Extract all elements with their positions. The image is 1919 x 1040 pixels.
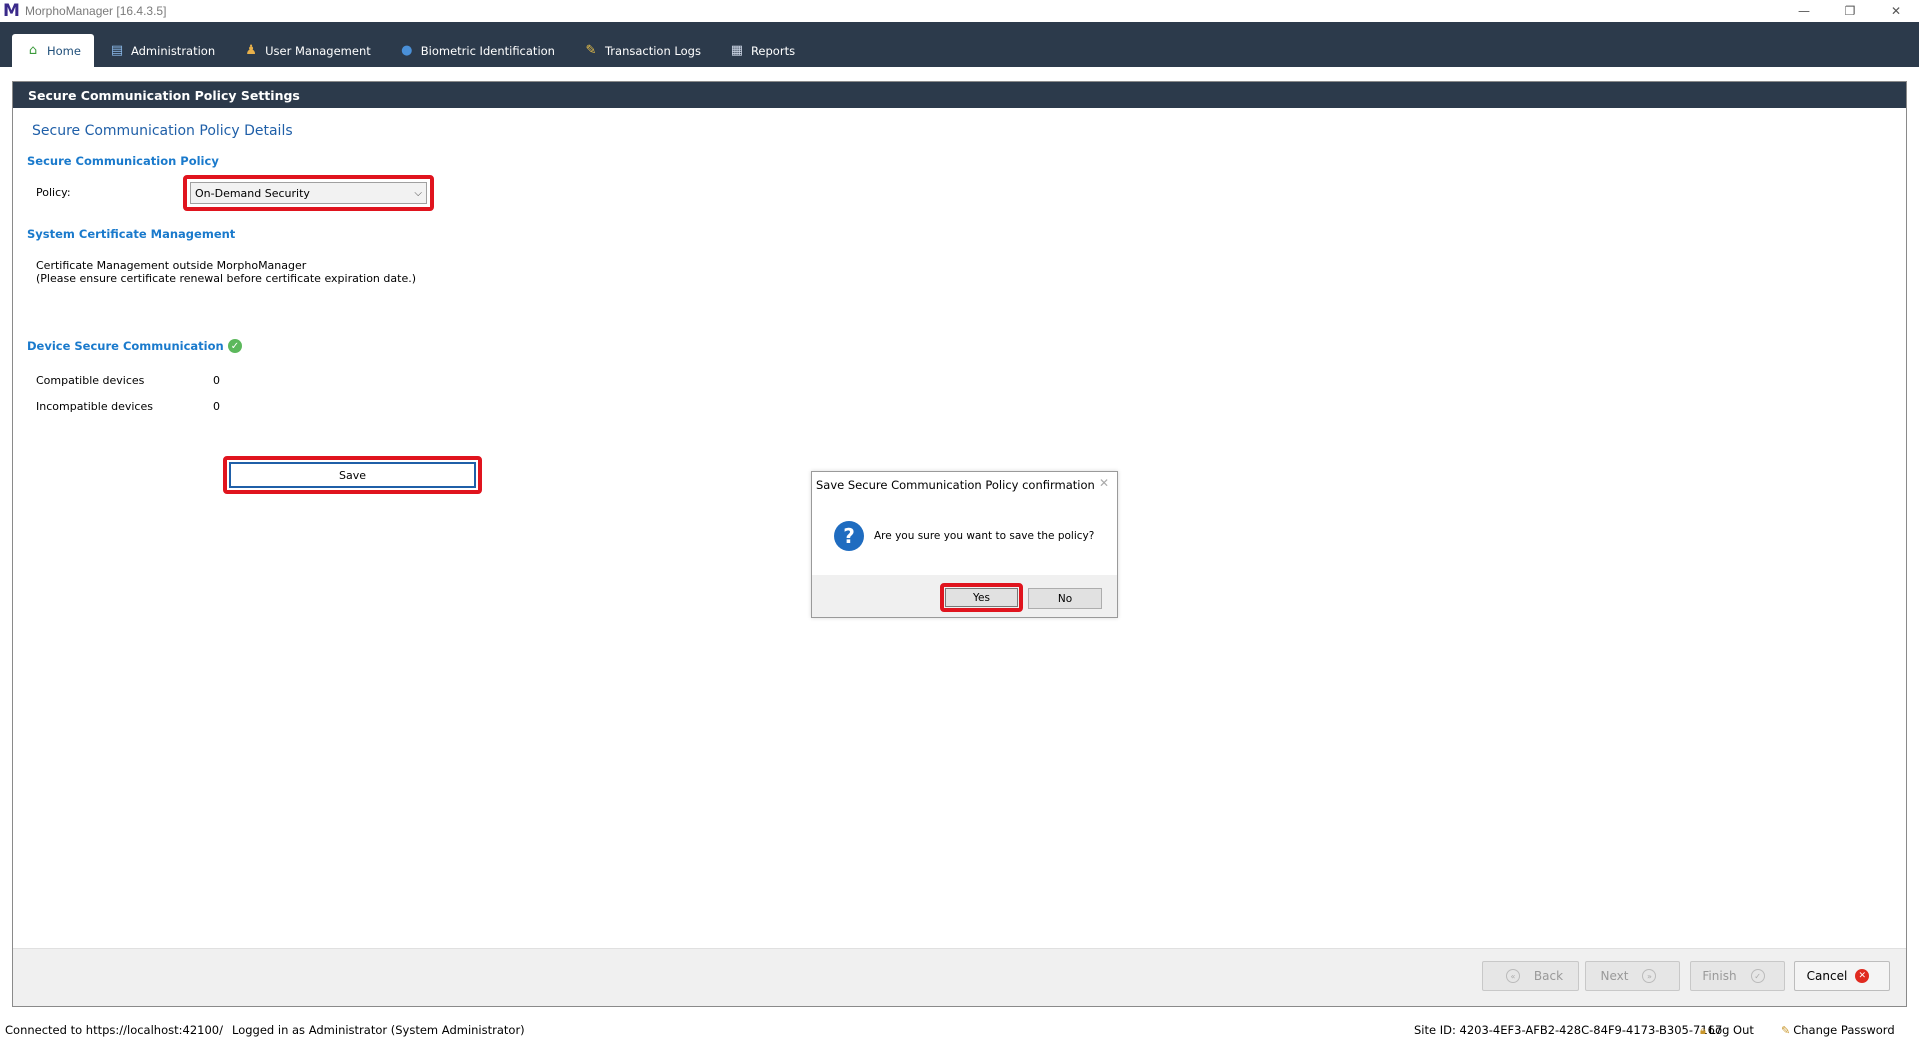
key-icon: ✎ xyxy=(1781,1024,1791,1037)
policy-dropdown[interactable]: On-Demand Security ⌵ xyxy=(190,182,427,204)
site-id: Site ID: 4203-4EF3-AFB2-428C-84F9-4173-B… xyxy=(1414,1023,1723,1037)
compatible-devices-label: Compatible devices xyxy=(36,374,145,387)
tab-home[interactable]: ⌂ Home xyxy=(12,34,94,67)
logout-link[interactable]: 🔒︎ Log Out xyxy=(1700,1023,1754,1038)
tab-label: Biometric Identification xyxy=(420,43,555,58)
finish-check-icon: ✓ xyxy=(1750,969,1765,983)
back-label: Back xyxy=(1533,969,1564,983)
users-icon: ♟ xyxy=(245,43,257,58)
incompatible-devices-value: 0 xyxy=(213,400,220,413)
lock-icon: 🔒︎ xyxy=(1700,1024,1706,1037)
administration-icon: ▤ xyxy=(110,43,124,58)
tab-label: Transaction Logs xyxy=(604,43,701,58)
cert-info-line2: (Please ensure certificate renewal befor… xyxy=(36,272,416,285)
device-section-title: Device Secure Communication xyxy=(27,339,224,353)
window-controls: — ❐ ✕ xyxy=(1781,0,1919,22)
next-icon: » xyxy=(1642,969,1657,983)
tab-transaction-logs[interactable]: ✎ Transaction Logs xyxy=(570,34,714,67)
cancel-x-icon: ✕ xyxy=(1855,969,1870,983)
logout-label: Log Out xyxy=(1708,1023,1754,1037)
login-status: Logged in as Administrator (System Admin… xyxy=(232,1023,525,1037)
question-icon: ? xyxy=(834,521,864,551)
dialog-message: Are you sure you want to save the policy… xyxy=(874,530,1095,542)
title-bar: M MorphoManager [16.4.3.5] — ❐ ✕ xyxy=(0,0,1919,22)
tab-biometric-identification[interactable]: ● Biometric Identification xyxy=(386,34,568,67)
globe-icon: ● xyxy=(401,43,413,58)
connection-status: Connected to https://localhost:42100/ xyxy=(5,1023,223,1037)
cancel-button[interactable]: Cancel ✕ xyxy=(1794,961,1890,991)
status-bar: Connected to https://localhost:42100/ Lo… xyxy=(0,1019,1919,1040)
tab-label: Administration xyxy=(130,43,216,58)
next-label: Next xyxy=(1600,969,1629,983)
close-window-button[interactable]: ✕ xyxy=(1873,0,1919,22)
home-icon: ⌂ xyxy=(28,43,38,58)
tab-user-management[interactable]: ♟ User Management xyxy=(230,34,384,67)
tab-administration[interactable]: ▤ Administration xyxy=(96,34,228,67)
compatible-devices-value: 0 xyxy=(213,374,220,387)
finish-button[interactable]: Finish ✓ xyxy=(1690,961,1785,991)
cancel-label: Cancel xyxy=(1806,969,1848,983)
panel-header: Secure Communication Policy Settings xyxy=(13,82,1906,108)
policy-selected-value: On-Demand Security xyxy=(195,186,310,200)
no-button[interactable]: No xyxy=(1028,588,1102,609)
window-title: MorphoManager [16.4.3.5] xyxy=(25,4,167,18)
next-button[interactable]: Next » xyxy=(1585,961,1680,991)
save-button[interactable]: Save xyxy=(229,462,476,488)
back-icon: « xyxy=(1505,969,1520,983)
policy-label: Policy: xyxy=(36,186,71,199)
tab-reports[interactable]: ▦ Reports xyxy=(716,34,808,67)
minimize-button[interactable]: — xyxy=(1781,0,1827,22)
yes-button[interactable]: Yes xyxy=(945,588,1018,607)
details-title: Secure Communication Policy Details xyxy=(32,123,293,139)
policy-select-highlight: On-Demand Security ⌵ xyxy=(183,175,434,211)
incompatible-devices-label: Incompatible devices xyxy=(36,400,153,413)
restore-button[interactable]: ❐ xyxy=(1827,0,1873,22)
save-confirmation-dialog: Save Secure Communication Policy confirm… xyxy=(811,471,1118,618)
tab-label: Home xyxy=(47,43,81,58)
save-button-highlight: Save xyxy=(223,456,482,494)
cert-section-title: System Certificate Management xyxy=(27,227,236,241)
dialog-title: Save Secure Communication Policy confirm… xyxy=(816,478,1095,492)
chevron-down-icon: ⌵ xyxy=(414,187,422,199)
app-logo-icon: M xyxy=(3,1,20,21)
back-button[interactable]: « Back xyxy=(1482,961,1579,991)
tab-label: Reports xyxy=(750,43,796,58)
policy-section-title: Secure Communication Policy xyxy=(27,154,219,168)
cert-info-line1: Certificate Management outside MorphoMan… xyxy=(36,259,307,272)
finish-label: Finish xyxy=(1702,969,1737,983)
reports-icon: ▦ xyxy=(730,43,744,58)
change-password-link[interactable]: ✎ Change Password xyxy=(1781,1023,1895,1037)
log-icon: ✎ xyxy=(585,43,597,58)
tab-label: User Management xyxy=(265,43,371,58)
check-circle-icon: ✓ xyxy=(228,339,242,353)
main-tab-bar: ⌂ Home ▤ Administration ♟ User Managemen… xyxy=(0,22,1919,67)
change-password-label: Change Password xyxy=(1793,1023,1895,1037)
wizard-footer: « Back Next » Finish ✓ Cancel ✕ xyxy=(13,948,1906,1006)
dialog-close-icon[interactable]: ✕ xyxy=(1099,476,1109,490)
yes-button-highlight: Yes xyxy=(940,583,1023,612)
